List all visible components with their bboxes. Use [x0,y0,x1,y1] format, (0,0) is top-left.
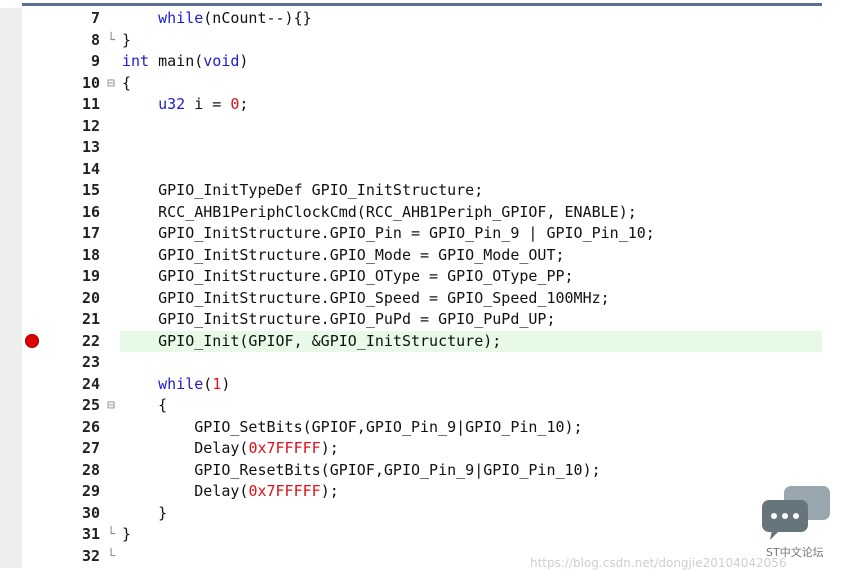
code-token: ; [239,95,249,113]
line-number: 29 [81,482,100,500]
code-line[interactable]: GPIO_InitStructure.GPIO_Pin = GPIO_Pin_9… [122,223,655,245]
fold-collapse-icon[interactable]: ⊟ [102,395,120,417]
line-number: 32 [81,546,100,565]
editor-top-border [0,0,841,8]
fold-end-icon: └ [107,527,115,542]
code-line[interactable]: u32 i = 0; [122,94,248,116]
code-token: i = [185,95,231,113]
line-number: 21 [81,310,100,328]
breakpoint-gutter[interactable] [0,8,22,568]
code-line[interactable]: while(1) [122,374,230,396]
code-token: GPIO_InitStructure.GPIO_PuPd = GPIO_PuPd… [122,310,556,328]
line-number: 23 [81,353,100,371]
line-number: 22 [81,331,100,350]
code-token: GPIO_Init(GPIOF, &GPIO_InitStructure); [122,331,502,350]
code-line[interactable]: Delay(0x7FFFFF); [122,481,339,503]
code-token: main( [149,52,204,70]
line-number: 26 [81,417,100,436]
code-line[interactable]: GPIO_Init(GPIOF, &GPIO_InitStructure); [122,331,501,353]
code-line[interactable]: } [122,503,167,525]
line-number: 17 [81,224,100,242]
code-token: Delay( [122,439,249,457]
code-line[interactable]: GPIO_ResetBits(GPIOF,GPIO_Pin_9|GPIO_Pin… [122,460,601,482]
code-line[interactable]: GPIO_InitStructure.GPIO_Mode = GPIO_Mode… [122,245,565,267]
scroll-indicator [22,3,822,6]
line-number: 19 [81,267,100,285]
code-token: (nCount--){} [203,9,312,27]
line-number: 8 [90,30,100,49]
keyword-token: u32 [158,95,186,113]
code-token: } [122,525,132,543]
code-line[interactable]: GPIO_InitStructure.GPIO_Speed = GPIO_Spe… [122,288,610,310]
code-token: { [122,73,132,92]
line-number: 14 [81,159,100,178]
code-line[interactable]: GPIO_InitStructure.GPIO_PuPd = GPIO_PuPd… [122,309,555,331]
code-token: Delay( [122,482,249,500]
line-number: 12 [81,116,100,135]
fold-end-icon: └ [107,548,115,564]
code-line[interactable]: { [122,73,131,95]
line-number: 13 [81,138,100,156]
keyword-token: int [122,52,150,70]
code-token: GPIO_SetBits(GPIOF,GPIO_Pin_9|GPIO_Pin_1… [122,417,583,436]
code-editor[interactable]: 7 while(nCount--){} 8 └} 9 int main(void) 10 ⊟… [22,8,841,568]
code-token: GPIO_InitStructure.GPIO_Mode = GPIO_Mode… [122,245,565,264]
line-number: 10 [81,73,100,92]
number-token: 0x7FFFFF [248,439,321,457]
code-token: } [122,503,168,522]
code-token: RCC_AHB1PeriphClockCmd(RCC_AHB1Periph_GP… [122,202,637,221]
code-token: GPIO_InitStructure.GPIO_Pin = GPIO_Pin_9… [122,224,655,242]
code-token: GPIO_InitStructure.GPIO_Speed = GPIO_Spe… [122,288,610,307]
code-token: ) [239,52,249,70]
number-token: 0x7FFFFF [248,482,321,500]
code-line[interactable]: Delay(0x7FFFFF); [122,438,339,460]
code-token: GPIO_InitStructure.GPIO_OType = GPIO_OTy… [122,267,574,285]
number-token: 1 [212,374,222,393]
code-line[interactable]: GPIO_SetBits(GPIOF,GPIO_Pin_9|GPIO_Pin_1… [122,417,583,439]
line-number: 15 [81,181,100,199]
line-number: 27 [81,439,100,457]
code-line[interactable]: GPIO_InitTypeDef GPIO_InitStructure; [122,180,483,202]
code-token: { [122,396,168,414]
line-number: 31 [81,525,100,543]
line-number: 30 [81,503,100,522]
code-token: GPIO_ResetBits(GPIOF,GPIO_Pin_9|GPIO_Pin… [122,460,601,479]
line-number: 7 [90,9,100,27]
code-token: ) [221,374,231,393]
line-number: 11 [81,95,100,113]
code-token: ( [203,374,213,393]
code-line[interactable]: GPIO_InitStructure.GPIO_OType = GPIO_OTy… [122,266,574,288]
line-number: 24 [81,374,100,393]
code-token: GPIO_InitTypeDef GPIO_InitStructure; [122,181,484,199]
code-line[interactable]: int main(void) [122,51,248,73]
fold-collapse-icon[interactable]: ⊟ [102,73,120,95]
line-number: 18 [81,245,100,264]
line-number: 16 [81,202,100,221]
line-number: 20 [81,288,100,307]
chat-bubble-icon [762,486,830,540]
line-number: 25 [81,396,100,414]
fold-end-icon: └ [107,32,115,48]
code-line[interactable]: RCC_AHB1PeriphClockCmd(RCC_AHB1Periph_GP… [122,202,637,224]
code-token: ); [320,482,339,500]
keyword-token: while [158,9,204,27]
code-line[interactable]: } [122,30,131,52]
keyword-token: while [158,374,204,393]
code-token: } [122,30,132,49]
keyword-token: void [203,52,240,70]
code-line[interactable]: { [122,395,167,417]
code-token: ); [320,439,339,457]
line-number: 28 [81,460,100,479]
line-number: 9 [90,52,100,70]
code-line[interactable]: } [122,524,131,546]
code-line[interactable]: while(nCount--){} [122,8,312,30]
